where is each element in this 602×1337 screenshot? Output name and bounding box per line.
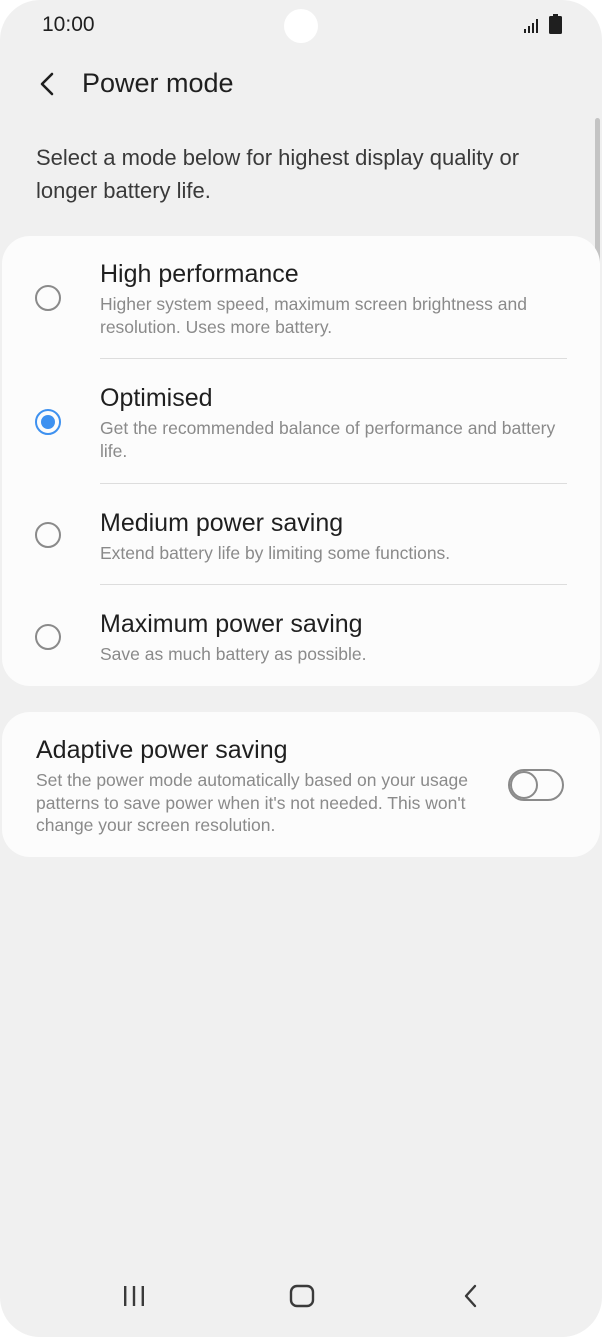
phone-screen: 10:00 Power mode Select a mode below for…: [0, 0, 602, 1337]
chevron-left-icon: [40, 72, 54, 96]
nav-back-button[interactable]: [446, 1271, 496, 1321]
mode-description: Get the recommended balance of performan…: [100, 418, 556, 461]
adaptive-power-saving-card[interactable]: Adaptive power saving Set the power mode…: [2, 712, 600, 857]
page-title: Power mode: [82, 68, 234, 98]
header: Power mode: [0, 58, 602, 110]
home-icon: [289, 1284, 315, 1308]
mode-description: Extend battery life by limiting some fun…: [100, 543, 451, 563]
navigation-bar: [0, 1257, 602, 1337]
camera-cutout: [284, 9, 318, 43]
mode-title: Maximum power saving: [100, 610, 363, 638]
mode-title: High performance: [100, 260, 299, 288]
recent-apps-icon: [124, 1286, 144, 1306]
mode-title: Optimised: [100, 384, 213, 412]
signal-icon: [524, 19, 538, 33]
status-bar: 10:00: [0, 0, 602, 52]
adaptive-power-saving-toggle[interactable]: [508, 769, 564, 801]
mode-title: Medium power saving: [100, 509, 344, 537]
status-time: 10:00: [42, 13, 95, 36]
adaptive-title: Adaptive power saving: [36, 736, 288, 764]
mode-option-maximum-power-saving[interactable]: Maximum power saving Save as much batter…: [2, 585, 600, 686]
radio-optimised[interactable]: [35, 409, 61, 435]
adaptive-description: Set the power mode automatically based o…: [36, 770, 468, 835]
back-button[interactable]: [30, 66, 66, 102]
mode-option-medium-power-saving[interactable]: Medium power saving Extend battery life …: [2, 484, 600, 584]
status-icons: [523, 14, 562, 34]
page-description: Select a mode below for highest display …: [36, 145, 520, 203]
mode-description: Save as much battery as possible.: [100, 644, 367, 664]
radio-maximum-power-saving[interactable]: [35, 624, 61, 650]
power-modes-card: High performance Higher system speed, ma…: [2, 236, 600, 686]
back-icon: [464, 1284, 477, 1308]
recent-apps-button[interactable]: [109, 1271, 159, 1321]
mode-option-optimised[interactable]: Optimised Get the recommended balance of…: [2, 359, 600, 483]
toggle-knob: [510, 771, 538, 799]
mode-option-high-performance[interactable]: High performance Higher system speed, ma…: [2, 236, 600, 358]
home-button[interactable]: [277, 1271, 327, 1321]
battery-icon: [549, 14, 562, 34]
mode-description: Higher system speed, maximum screen brig…: [100, 294, 527, 337]
radio-medium-power-saving[interactable]: [35, 522, 61, 548]
radio-high-performance[interactable]: [35, 285, 61, 311]
